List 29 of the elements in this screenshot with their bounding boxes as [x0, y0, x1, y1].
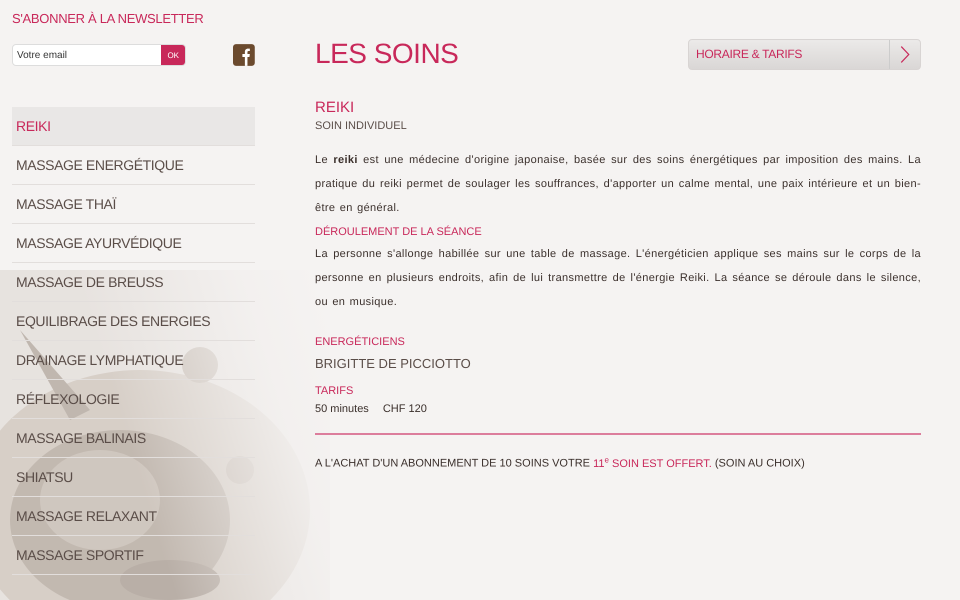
nav-item[interactable]: RÉFLEXOLOGIE: [12, 380, 255, 419]
facebook-icon[interactable]: [233, 44, 255, 66]
page-title: LES SOINS: [315, 38, 458, 70]
treatment-name: REIKI: [315, 99, 356, 116]
nav-item[interactable]: MASSAGE ENERGÉTIQUE: [12, 146, 255, 185]
nav-item[interactable]: MASSAGE SPORTIF: [12, 536, 255, 575]
nav-item[interactable]: MASSAGE RELAXANT: [12, 497, 255, 536]
session-text: La personne s'allonge habillée sur une table de massage. L'énergéticien applique ses mains sur le corps de la personne en plusieurs endroits, afin de lui transmettre de l'énergie Reiki. La séance se déroule dans le silence, ou en musique.: [315, 247, 921, 310]
nav-item[interactable]: DRAINAGE LYMPHATIQUE: [12, 341, 255, 380]
nav-item[interactable]: MASSAGE THAÏ: [12, 185, 255, 224]
nav-item[interactable]: MASSAGE DE BREUSS: [12, 263, 255, 302]
offer-text: A L'ACHAT D'UN ABONNEMENT DE 10 SOINS VOTRE 11$^{e}$ SOIN EST OFFERT. (SOIN AU CHOIX): [315, 455, 806, 470]
practitioner-name: BRIGITTE DE PICCIOTTO: [315, 356, 472, 371]
duration-text: 50 minutes: [315, 403, 369, 415]
price-text: CHF 120: [382, 403, 427, 415]
ok-button[interactable]: OK: [161, 45, 186, 65]
treatment-type: SOIN INDIVIDUEL: [315, 120, 408, 132]
newsletter-title: S'ABONNER À LA NEWSLETTER: [12, 11, 204, 26]
section-heading: ENERGÉTICIENS: [315, 336, 406, 348]
nav-item[interactable]: SHIATSU: [12, 458, 255, 497]
section-heading: DÉROULEMENT DE LA SÉANCE: [315, 226, 483, 238]
nav-item[interactable]: MASSAGE BALINAIS: [12, 419, 255, 458]
nav-item[interactable]: REIKI: [12, 107, 255, 146]
description-text: Le reiki est une médecine d'origine japonaise, basée sur des soins énergétiques par imposition des mains. La pratique du reiki permet de soulager les souffrances, d'apporter un calme mental, une paix intérieure et un bien-être en général.: [315, 153, 921, 216]
nav-item[interactable]: MASSAGE AYURVÉDIQUE: [12, 224, 255, 263]
email-field[interactable]: Votre email OK: [12, 44, 186, 66]
section-heading: TARIFS: [315, 385, 354, 397]
hours-button[interactable]: HORAIRE & TARIFS: [688, 38, 921, 70]
nav-item[interactable]: EQUILIBRAGE DES ENERGIES: [12, 302, 255, 341]
